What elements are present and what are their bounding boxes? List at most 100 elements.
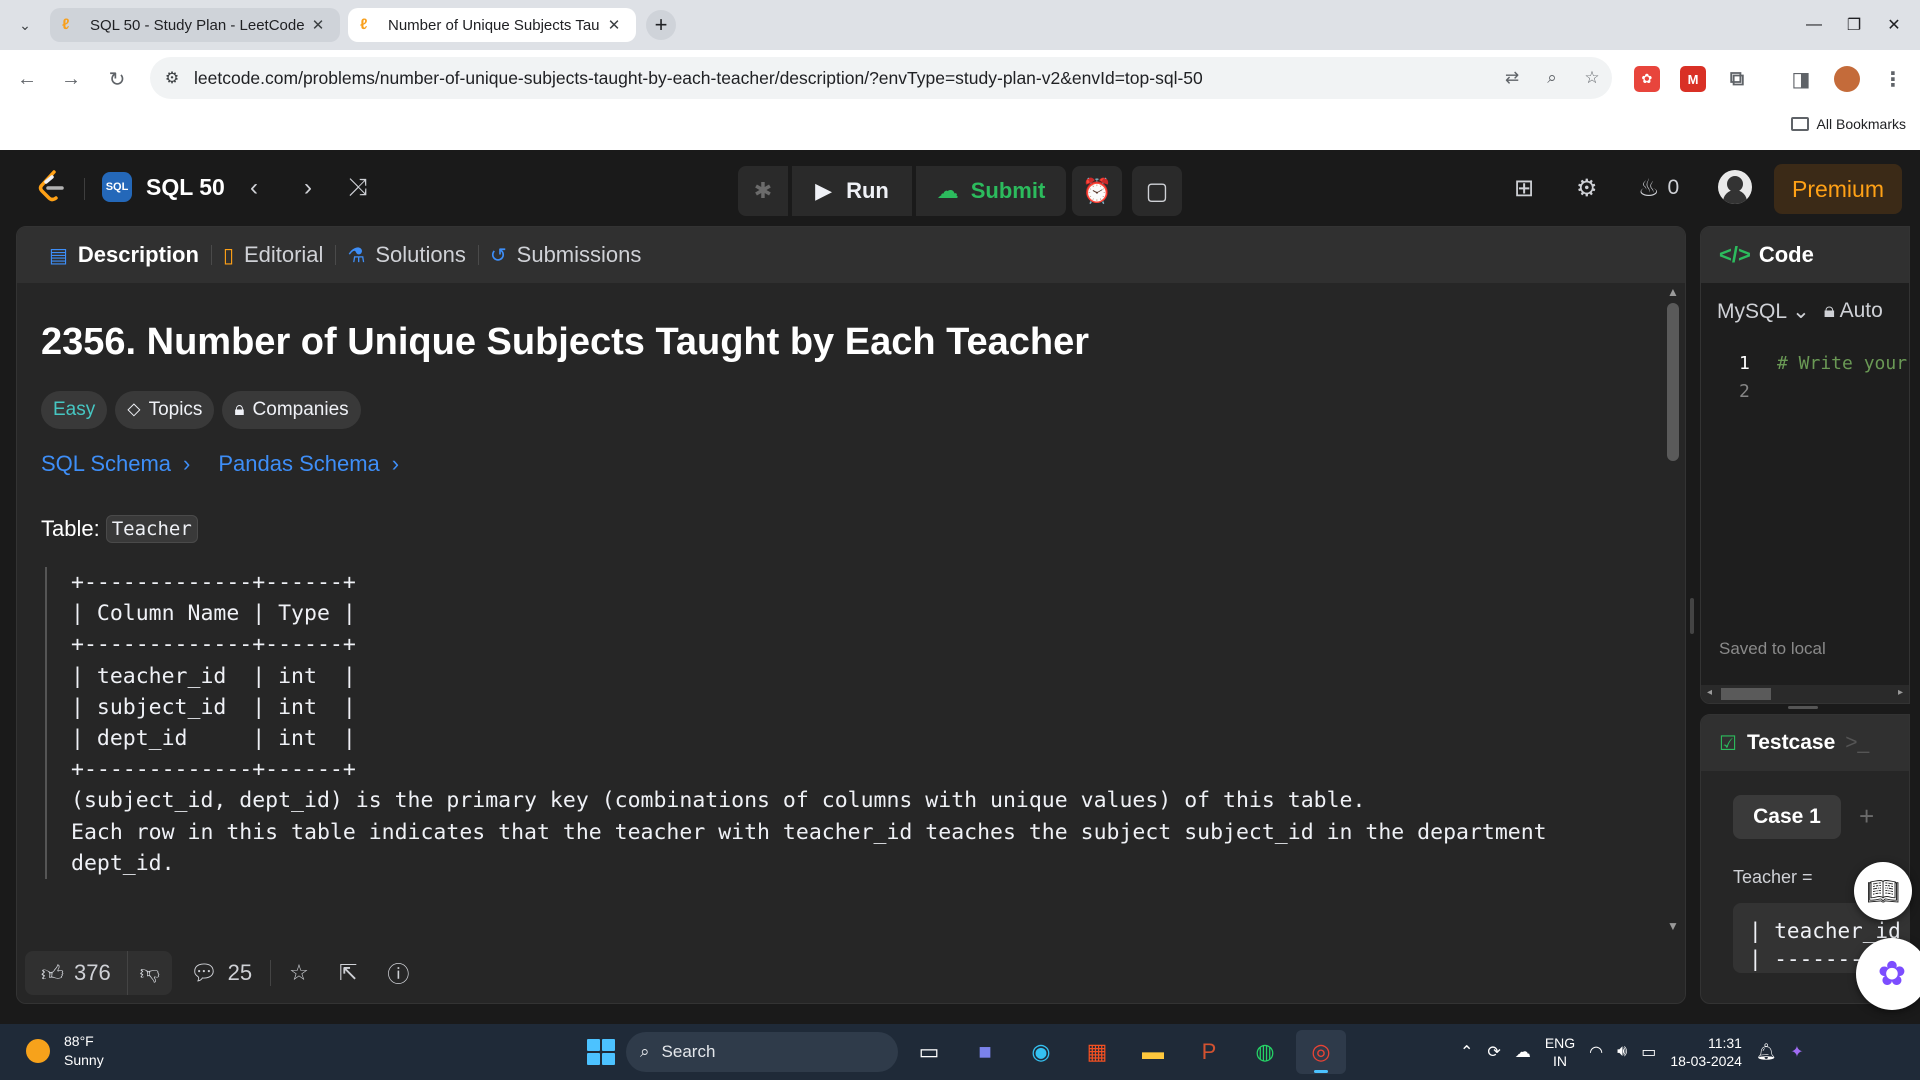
- share-icon[interactable]: ⇱: [327, 951, 369, 995]
- whatsapp-icon[interactable]: ◍: [1240, 1030, 1290, 1074]
- language-select[interactable]: MySQL ⌄: [1717, 299, 1810, 324]
- topics-button[interactable]: ⬦ Topics: [115, 391, 215, 429]
- wifi-icon[interactable]: ◠: [1589, 1042, 1603, 1062]
- volume-icon[interactable]: 🔊︎: [1617, 1043, 1627, 1061]
- submit-button[interactable]: ☁ Submit: [916, 166, 1066, 216]
- scroll-down-icon[interactable]: ▼: [1667, 919, 1679, 933]
- streak-counter[interactable]: ♨ 0: [1638, 172, 1679, 204]
- edge-icon[interactable]: ◉: [1016, 1030, 1066, 1074]
- battery-icon[interactable]: ▭: [1641, 1042, 1656, 1062]
- layout-grid-icon[interactable]: ⊞: [1514, 172, 1534, 204]
- vertical-resize-handle[interactable]: [1788, 706, 1818, 709]
- panel-resize-handle[interactable]: [1690, 598, 1694, 634]
- all-bookmarks-button[interactable]: All Bookmarks: [1790, 116, 1906, 132]
- extension-icon[interactable]: M: [1680, 66, 1706, 92]
- add-case-icon[interactable]: +: [1859, 801, 1874, 832]
- run-button[interactable]: ▶ Run: [792, 166, 912, 216]
- leetcode-logo-icon[interactable]: [36, 170, 66, 204]
- premium-button[interactable]: Premium: [1774, 164, 1902, 214]
- like-button[interactable]: 👍︎ 376: [25, 951, 128, 995]
- close-window-icon[interactable]: ✕: [1874, 10, 1914, 40]
- reload-icon[interactable]: ↻: [102, 64, 132, 94]
- translate-icon[interactable]: ⇄: [1492, 68, 1532, 88]
- pandas-schema-link[interactable]: Pandas Schema ›: [218, 451, 399, 477]
- favorite-star-icon[interactable]: ☆: [277, 951, 321, 995]
- settings-gear-icon[interactable]: ⚙: [1576, 172, 1598, 204]
- tab-description[interactable]: ▤ Description: [37, 227, 211, 283]
- sql50-badge-icon[interactable]: SQL: [102, 172, 132, 202]
- auto-toggle[interactable]: 🔒︎ Auto: [1824, 299, 1883, 323]
- zoom-icon[interactable]: ⌕: [1532, 68, 1572, 88]
- scroll-left-icon[interactable]: ◂: [1707, 687, 1712, 698]
- notes-icon[interactable]: ▢: [1132, 166, 1182, 216]
- case-1-tab[interactable]: Case 1: [1733, 795, 1841, 839]
- windows-start-icon[interactable]: [580, 1032, 620, 1072]
- copilot-icon[interactable]: ✦: [1790, 1042, 1803, 1062]
- close-tab-icon[interactable]: ✕: [604, 16, 624, 34]
- browser-tab-problem[interactable]: ℓ Number of Unique Subjects Tau ✕: [348, 8, 636, 42]
- prev-problem-icon[interactable]: ‹: [238, 172, 270, 204]
- user-avatar[interactable]: [1718, 170, 1752, 204]
- forward-icon[interactable]: →: [56, 64, 86, 94]
- terminal-icon[interactable]: >_: [1845, 731, 1869, 755]
- next-problem-icon[interactable]: ›: [292, 172, 324, 204]
- clock[interactable]: 11:31 18-03-2024: [1670, 1034, 1742, 1070]
- bookmark-star-icon[interactable]: ☆: [1572, 68, 1612, 88]
- profile-avatar[interactable]: [1834, 66, 1860, 92]
- code-editor[interactable]: 1 # Write your 2: [1701, 339, 1909, 639]
- shuffle-icon[interactable]: ⤨: [342, 172, 374, 204]
- extensions-puzzle-icon[interactable]: ⧉: [1724, 66, 1750, 92]
- scroll-up-icon[interactable]: ▲: [1667, 285, 1679, 299]
- editor-hscrollbar[interactable]: ◂ ▸: [1701, 685, 1909, 703]
- tray-overflow-icon[interactable]: ⌃: [1460, 1042, 1473, 1062]
- scroll-right-icon[interactable]: ▸: [1898, 687, 1903, 698]
- vote-group: 👍︎ 376 👎︎: [25, 951, 172, 995]
- study-plan-title[interactable]: SQL 50: [146, 174, 225, 201]
- back-icon[interactable]: ←: [12, 64, 42, 94]
- hscroll-thumb[interactable]: [1721, 688, 1771, 700]
- side-panel-icon[interactable]: ◨: [1788, 66, 1814, 92]
- timer-icon[interactable]: ⏰: [1072, 166, 1122, 216]
- code-line[interactable]: # Write your: [1777, 353, 1907, 374]
- scrollbar-thumb[interactable]: [1667, 303, 1679, 461]
- tag-icon: ⬦: [127, 399, 141, 420]
- language-indicator[interactable]: ENG IN: [1545, 1034, 1575, 1070]
- taskbar-search[interactable]: ⌕ Search: [626, 1032, 898, 1072]
- help-icon[interactable]: ⓘ: [375, 951, 421, 995]
- chrome-icon[interactable]: ◎: [1296, 1030, 1346, 1074]
- file-explorer-window-icon[interactable]: ▭: [904, 1030, 954, 1074]
- companies-button[interactable]: 🔒︎ Companies: [222, 391, 361, 429]
- table-prefix: Table:: [41, 516, 100, 541]
- tab-editorial[interactable]: ▯ Editorial: [210, 227, 336, 283]
- restore-icon[interactable]: ❐: [1834, 10, 1874, 40]
- reader-mode-icon[interactable]: 📖︎: [1854, 862, 1912, 920]
- tab-submissions[interactable]: ↺ Submissions: [477, 227, 653, 283]
- kebab-menu-icon[interactable]: ⋮: [1880, 66, 1906, 92]
- tab-search-icon[interactable]: ⌄: [12, 12, 38, 38]
- tab-solutions[interactable]: ⚗ Solutions: [335, 227, 477, 283]
- meet-icon[interactable]: ■: [960, 1030, 1010, 1074]
- cloud-icon[interactable]: ☁: [1515, 1042, 1531, 1062]
- browser-tab-sql50[interactable]: ℓ SQL 50 - Study Plan - LeetCode ✕: [50, 8, 340, 42]
- comments-button[interactable]: 💬︎ 25: [178, 951, 264, 995]
- ai-assistant-icon[interactable]: ✿: [1856, 938, 1920, 1010]
- testcase-title[interactable]: Testcase: [1747, 731, 1835, 755]
- sync-icon[interactable]: ⟳: [1487, 1042, 1500, 1062]
- history-icon: ↺: [489, 244, 507, 267]
- store-icon[interactable]: ▦: [1072, 1030, 1122, 1074]
- sql-schema-link[interactable]: SQL Schema ›: [41, 451, 190, 477]
- weather-widget[interactable]: 88°F Sunny: [26, 1032, 104, 1070]
- url-text[interactable]: leetcode.com/problems/number-of-unique-s…: [194, 68, 1492, 89]
- close-tab-icon[interactable]: ✕: [308, 16, 328, 34]
- notification-icon[interactable]: 🔔︎: [1756, 1042, 1776, 1062]
- extension-icon[interactable]: ✿: [1634, 66, 1660, 92]
- minimize-icon[interactable]: —: [1794, 10, 1834, 40]
- site-info-icon[interactable]: ⚙: [150, 68, 194, 88]
- address-bar[interactable]: ⚙ leetcode.com/problems/number-of-unique…: [150, 57, 1612, 99]
- file-explorer-icon[interactable]: ▬: [1128, 1030, 1178, 1074]
- dislike-button[interactable]: 👎︎: [128, 961, 172, 985]
- new-tab-button[interactable]: +: [646, 10, 676, 40]
- powerpoint-icon[interactable]: P: [1184, 1030, 1234, 1074]
- description-scrollbar[interactable]: ▲ ▼: [1663, 285, 1683, 933]
- debug-icon[interactable]: ✱: [738, 166, 788, 216]
